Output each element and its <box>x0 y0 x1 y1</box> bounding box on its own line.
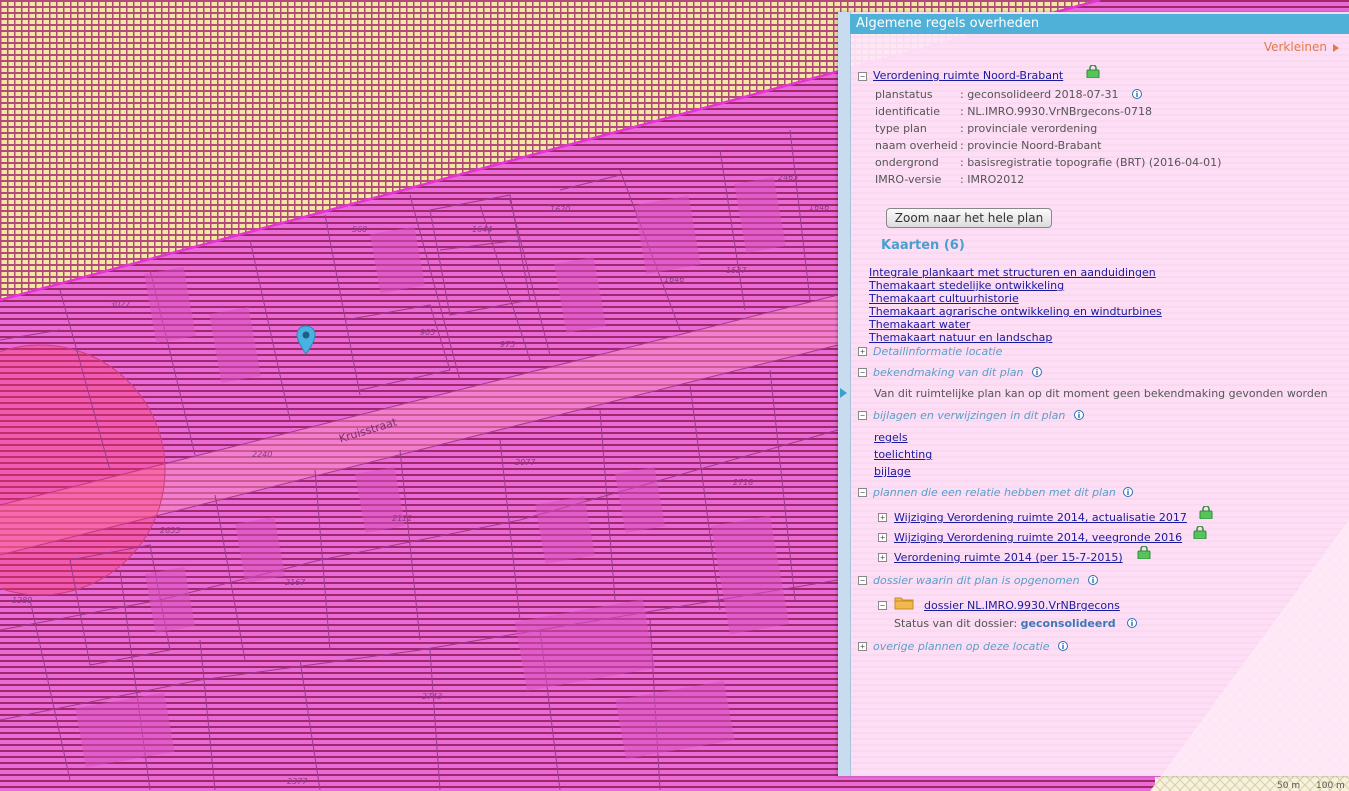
field-label: ondergrond <box>875 156 939 169</box>
section-bijlagen[interactable]: bijlagen en verwijzingen in dit plan <box>873 409 1065 422</box>
expand-toggle-icon[interactable]: + <box>878 553 887 562</box>
parcel-label: 1646 <box>664 275 685 284</box>
info-icon[interactable] <box>1088 575 1098 585</box>
parcel-label: 1620 <box>550 205 571 214</box>
parcel-label: 2655 <box>160 526 181 535</box>
field-value: : provinciale verordening <box>960 122 1098 135</box>
kaarten-title: Kaarten (6) <box>881 238 965 253</box>
parcel-label: 975 <box>500 340 516 349</box>
lock-icon <box>1199 505 1213 520</box>
expand-toggle-icon[interactable]: + <box>878 513 887 522</box>
kaart-link[interactable]: Themakaart stedelijke ontwikkeling <box>869 279 1064 292</box>
kaart-link[interactable]: Integrale plankaart met structuren en aa… <box>869 266 1156 279</box>
expand-toggle-icon[interactable]: + <box>878 533 887 542</box>
field-label: type plan <box>875 122 927 135</box>
info-icon[interactable] <box>1074 410 1084 420</box>
related-plan-link[interactable]: Wijziging Verordening ruimte 2014, veegr… <box>894 531 1182 544</box>
parcel-label: 905 <box>420 328 436 337</box>
parcel-label: 1537 <box>726 266 747 275</box>
collapse-toggle-icon[interactable]: − <box>858 576 867 585</box>
triangle-right-icon <box>1333 43 1339 52</box>
bekendmaking-text: Van dit ruimtelijke plan kan op dit mome… <box>874 387 1328 400</box>
dossier-link[interactable]: dossier NL.IMRO.9930.VrNBrgecons <box>924 599 1120 612</box>
collapse-toggle-icon[interactable]: − <box>858 411 867 420</box>
related-plan-link[interactable]: Verordening ruimte 2014 (per 15-7-2015) <box>894 551 1123 564</box>
field-value: : IMRO2012 <box>960 173 1025 186</box>
section-detail[interactable]: Detailinformatie locatie <box>873 345 1002 358</box>
related-plan-link[interactable]: Wijziging Verordening ruimte 2014, actua… <box>894 511 1187 524</box>
kaart-link[interactable]: Themakaart water <box>869 318 970 331</box>
info-icon[interactable] <box>1123 487 1133 497</box>
parcel-label: 2463 <box>778 173 799 182</box>
field-label: planstatus <box>875 88 933 101</box>
plan-name-link[interactable]: Verordening ruimte Noord-Brabant <box>873 69 1063 82</box>
bijlage-link[interactable]: regels <box>874 431 908 444</box>
parcel-label: 1289 <box>12 596 33 605</box>
bijlage-link[interactable]: toelichting <box>874 448 932 461</box>
info-icon[interactable] <box>1127 618 1137 628</box>
field-value: : provincie Noord-Brabant <box>960 139 1102 152</box>
bijlage-link[interactable]: bijlage <box>874 465 911 478</box>
info-icon[interactable] <box>1132 89 1142 99</box>
parcel-label: 2167 <box>285 578 306 587</box>
scale-label: 100 m <box>1316 781 1345 791</box>
field-value: : basisregistratie topografie (BRT) (201… <box>960 156 1222 169</box>
info-icon[interactable] <box>1032 367 1042 377</box>
collapse-label: Verkleinen <box>1263 40 1327 54</box>
panel-title: Algemene regels overheden <box>850 14 1349 34</box>
collapse-toggle-icon[interactable]: − <box>858 488 867 497</box>
collapse-button[interactable]: Verkleinen <box>1264 40 1339 54</box>
field-label: IMRO-versie <box>875 173 942 186</box>
collapse-toggle-icon[interactable]: − <box>858 368 867 377</box>
parcel-label: 1644 <box>472 225 493 234</box>
lock-icon <box>1086 64 1100 79</box>
expand-arrow-icon[interactable] <box>840 388 847 398</box>
section-dossier[interactable]: dossier waarin dit plan is opgenomen <box>873 574 1080 587</box>
panel-body: Verkleinen − Verordening ruimte Noord-Br… <box>850 34 1349 776</box>
collapse-toggle-icon[interactable]: − <box>858 72 867 81</box>
parcel-label: 1646 <box>809 203 830 212</box>
parcel-label: 2718 <box>733 478 754 487</box>
collapse-toggle-icon[interactable]: − <box>878 601 887 610</box>
kaart-link[interactable]: Themakaart natuur en landschap <box>869 331 1052 344</box>
parcel-label: 2077 <box>515 458 536 467</box>
lock-icon <box>1137 545 1151 560</box>
parcel-label: 2240 <box>252 450 273 459</box>
kaart-link[interactable]: Themakaart agrarische ontwikkeling en wi… <box>869 305 1162 318</box>
info-icon[interactable] <box>1058 641 1068 651</box>
section-overige[interactable]: overige plannen op deze locatie <box>873 640 1050 653</box>
kaart-link[interactable]: Themakaart cultuurhistorie <box>869 292 1019 305</box>
field-label: identificatie <box>875 105 941 118</box>
dossier-status: Status van dit dossier: geconsolideerd <box>894 617 1116 630</box>
dossier-status-label: Status van dit dossier: <box>894 617 1018 630</box>
zoom-to-plan-button[interactable]: Zoom naar het hele plan <box>886 208 1052 228</box>
parcel-label: 560 <box>352 225 368 234</box>
location-marker-icon[interactable] <box>295 325 317 355</box>
parcel-label: 2112 <box>392 514 413 523</box>
expand-toggle-icon[interactable]: + <box>858 347 867 356</box>
field-label: naam overheid <box>875 139 958 152</box>
folder-icon <box>894 595 914 613</box>
parcel-label: 2743 <box>422 692 443 701</box>
section-relaties[interactable]: plannen die een relatie hebben met dit p… <box>873 486 1116 499</box>
expand-toggle-icon[interactable]: + <box>858 642 867 651</box>
scale-label: 50 m <box>1277 781 1301 791</box>
field-value: : NL.IMRO.9930.VrNBrgecons-0718 <box>960 105 1152 118</box>
dossier-status-value: geconsolideerd <box>1020 617 1116 630</box>
section-bekendmaking[interactable]: bekendmaking van dit plan <box>873 366 1024 379</box>
parcel-label: 2377 <box>287 777 308 786</box>
lock-icon <box>1193 525 1207 540</box>
parcel-label: 3027 <box>110 300 131 309</box>
field-value: : geconsolideerd 2018-07-31 <box>960 88 1119 101</box>
info-panel: Algemene regels overheden Verkleinen − V… <box>838 12 1349 776</box>
